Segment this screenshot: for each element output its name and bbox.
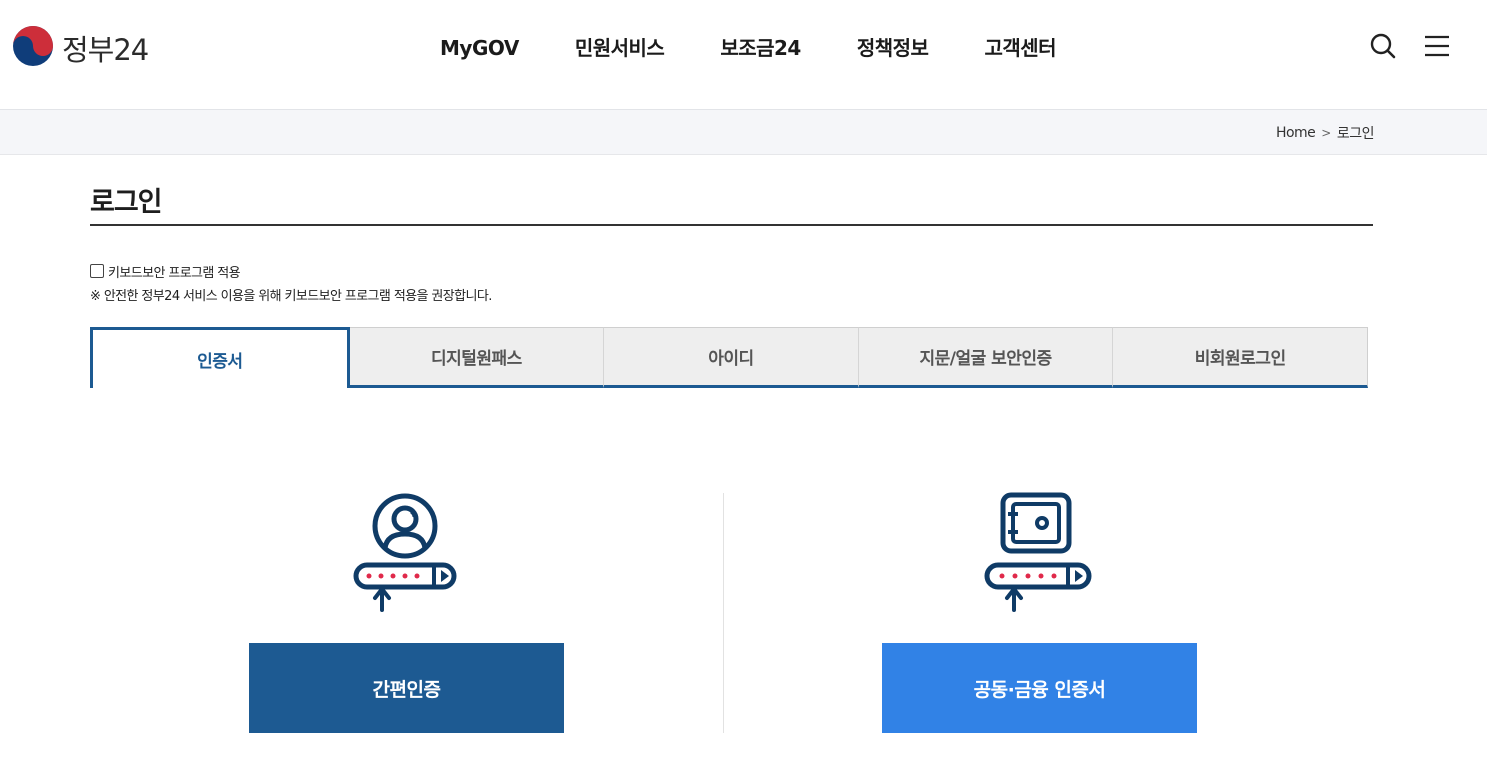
keyboard-security-checkbox[interactable]	[90, 264, 104, 278]
main-nav: MyGOV 민원서비스 보조금24 정책정보 고객센터	[412, 30, 1084, 66]
nav-item-civil-service[interactable]: 민원서비스	[547, 30, 693, 66]
nav-item-customer-center[interactable]: 고객센터	[956, 30, 1084, 66]
joint-certificate-panel: 공동·금융 인증서	[882, 490, 1197, 733]
header-utilities	[1369, 30, 1451, 62]
hamburger-menu-icon[interactable]	[1423, 30, 1451, 62]
breadcrumb-home[interactable]: Home	[1276, 125, 1316, 141]
safe-password-icon	[882, 490, 1197, 615]
breadcrumb-current: 로그인	[1336, 126, 1375, 142]
breadcrumb-bar: Home > 로그인	[0, 110, 1487, 155]
tab-guest-login[interactable]: 비회원로그인	[1113, 327, 1368, 388]
joint-financial-certificate-button[interactable]: 공동·금융 인증서	[882, 643, 1197, 733]
tab-biometric[interactable]: 지문/얼굴 보안인증	[858, 327, 1114, 388]
logo[interactable]: 정부24	[12, 25, 149, 71]
tab-id[interactable]: 아이디	[604, 327, 859, 388]
nav-item-subsidy[interactable]: 보조금24	[692, 30, 829, 66]
nav-item-mygov[interactable]: MyGOV	[412, 30, 547, 66]
search-icon[interactable]	[1369, 30, 1397, 62]
chevron-right-icon: >	[1321, 126, 1331, 140]
page-title: 로그인	[90, 187, 163, 218]
taegeuk-icon	[12, 25, 54, 71]
panel-divider	[723, 493, 724, 733]
logo-text: 정부24	[62, 33, 149, 67]
tab-digital-onepass[interactable]: 디지털원패스	[349, 327, 605, 388]
user-password-icon	[249, 490, 564, 615]
login-method-tabs: 인증서 디지털원패스 아이디 지문/얼굴 보안인증 비회원로그인	[90, 327, 1368, 388]
keyboard-security-section: 키보드보안 프로그램 적용 ※ 안전한 정부24 서비스 이용을 위해 키보드보…	[90, 262, 492, 304]
simple-auth-panel: 간편인증	[249, 490, 564, 733]
tab-certificate[interactable]: 인증서	[90, 327, 350, 388]
simple-auth-button[interactable]: 간편인증	[249, 643, 564, 733]
keyboard-security-label[interactable]: 키보드보안 프로그램 적용	[108, 262, 241, 281]
keyboard-security-note: ※ 안전한 정부24 서비스 이용을 위해 키보드보안 프로그램 적용을 권장합…	[90, 289, 492, 304]
breadcrumb: Home > 로그인	[1276, 123, 1375, 143]
site-header: 정부24 MyGOV 민원서비스 보조금24 정책정보 고객센터	[0, 0, 1487, 110]
title-divider	[90, 224, 1373, 226]
nav-item-policy[interactable]: 정책정보	[829, 30, 957, 66]
